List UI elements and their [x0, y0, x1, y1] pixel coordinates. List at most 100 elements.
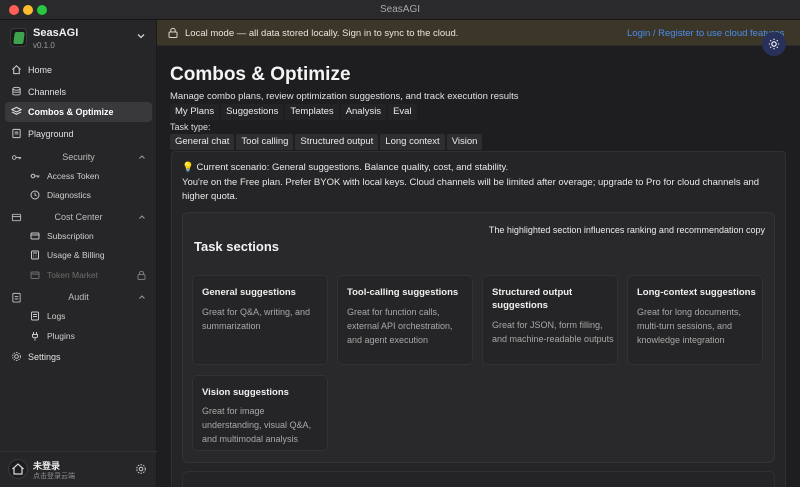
sidebar: SeasAGI v0.1.0 Home Channels Combos & Op…	[0, 20, 157, 487]
home-avatar-icon	[12, 463, 24, 475]
chevron-up-icon	[139, 295, 145, 299]
workspace-switcher[interactable]: SeasAGI v0.1.0	[9, 26, 149, 50]
section-card-vision[interactable]: Vision suggestions Great for image under…	[192, 375, 328, 451]
page-subtitle: Manage combo plans, review optimization …	[170, 91, 519, 102]
credit-card-icon	[30, 232, 40, 240]
task-type-general-chat[interactable]: General chat	[170, 134, 235, 150]
main-content: Local mode — all data stored locally. Si…	[157, 20, 800, 487]
sidebar-item-home[interactable]: Home	[5, 60, 152, 80]
layers-icon	[11, 106, 22, 115]
user-login-hint: 点击登录云端	[33, 473, 75, 480]
suggestions-panel: 💡 Current scenario: General suggestions.…	[171, 151, 786, 487]
calculator-icon	[31, 250, 39, 260]
view-tabs: My Plans Suggestions Templates Analysis …	[170, 104, 417, 120]
task-type-vision[interactable]: Vision	[446, 134, 483, 150]
sidebar-group-label: Audit	[68, 292, 89, 302]
sidebar-group-audit[interactable]: Audit	[5, 288, 152, 306]
plan-notice: You're on the Free plan. Prefer BYOK wit…	[182, 177, 760, 202]
sidebar-group-label: Security	[62, 152, 95, 162]
section-card-title: General suggestions	[202, 287, 296, 298]
task-sections: Task sections The highlighted section in…	[182, 212, 775, 463]
tab-templates[interactable]: Templates	[285, 104, 339, 120]
sidebar-item-token-market[interactable]: Token Market	[26, 266, 152, 284]
task-type-label: Task type:	[170, 122, 211, 132]
sidebar-item-usage-billing[interactable]: Usage & Billing	[26, 246, 152, 264]
section-card-tool-calling[interactable]: Tool-calling suggestions Great for funct…	[337, 275, 473, 365]
home-icon	[12, 65, 21, 75]
sidebar-item-settings[interactable]: Settings	[5, 347, 152, 367]
sidebar-item-channels[interactable]: Channels	[5, 82, 152, 102]
section-card-long-context[interactable]: Long-context suggestions Great for long …	[627, 275, 763, 365]
task-type-selector: General chat Tool calling Structured out…	[170, 134, 483, 150]
task-type-structured-output[interactable]: Structured output	[295, 134, 379, 150]
chevron-up-icon	[139, 215, 145, 219]
sidebar-item-label: Combos & Optimize	[28, 107, 114, 117]
chevron-down-icon	[137, 34, 145, 39]
sidebar-item-label: Diagnostics	[47, 190, 91, 200]
theme-toggle-button[interactable]	[762, 32, 786, 56]
banner-text: Local mode — all data stored locally. Si…	[185, 28, 459, 39]
sidebar-group-label: Cost Center	[54, 212, 103, 222]
next-section-card	[182, 471, 775, 487]
tab-analysis[interactable]: Analysis	[340, 104, 387, 120]
brand-name: SeasAGI	[33, 27, 79, 39]
sidebar-item-playground[interactable]: Playground	[5, 124, 152, 144]
plug-icon	[32, 332, 38, 341]
section-card-description: Great for JSON, form filling, and machin…	[492, 320, 614, 344]
store-icon	[30, 271, 40, 279]
sidebar-item-subscription[interactable]: Subscription	[26, 227, 152, 245]
key-icon	[30, 173, 40, 179]
sun-icon	[768, 38, 780, 50]
sidebar-item-label: Home	[28, 65, 53, 75]
sidebar-item-logs[interactable]: Logs	[26, 307, 152, 325]
login-register-link[interactable]: Login / Register to use cloud features	[627, 28, 784, 39]
tab-my-plans[interactable]: My Plans	[170, 104, 220, 120]
section-card-structured-output[interactable]: Structured output suggestions Great for …	[482, 275, 618, 365]
sidebar-item-label: Logs	[47, 311, 66, 321]
section-card-title: Structured output suggestions	[492, 287, 573, 311]
brand-version: v0.1.0	[33, 41, 55, 50]
lock-icon	[137, 271, 146, 280]
sidebar-item-label: Settings	[28, 352, 61, 362]
section-card-title: Long-context suggestions	[637, 287, 756, 298]
sidebar-item-label: Plugins	[47, 331, 75, 341]
task-sections-note: The highlighted section influences ranki…	[488, 225, 765, 235]
sidebar-item-label: Token Market	[47, 270, 99, 280]
sidebar-item-access-token[interactable]: Access Token	[26, 167, 152, 185]
section-card-description: Great for image understanding, visual Q&…	[202, 406, 312, 444]
chevron-up-icon	[139, 155, 145, 159]
sidebar-item-label: Channels	[28, 87, 67, 97]
sidebar-item-diagnostics[interactable]: Diagnostics	[26, 186, 152, 204]
sidebar-item-combos-optimize[interactable]: Combos & Optimize	[5, 102, 152, 122]
sidebar-group-security[interactable]: Security	[5, 148, 152, 166]
section-card-title: Vision suggestions	[202, 387, 289, 398]
sidebar-item-label: Playground	[28, 129, 74, 139]
section-card-description: Great for Q&A, writing, and summarizatio…	[202, 307, 311, 331]
tab-eval[interactable]: Eval	[388, 104, 417, 120]
sidebar-group-cost-center[interactable]: Cost Center	[5, 208, 152, 226]
database-icon	[12, 86, 21, 96]
section-card-title: Tool-calling suggestions	[347, 287, 459, 298]
gear-icon	[12, 352, 21, 361]
gear-icon[interactable]	[135, 463, 147, 475]
task-type-long-context[interactable]: Long context	[380, 134, 445, 150]
window-titlebar: SeasAGI	[0, 0, 800, 20]
tab-suggestions[interactable]: Suggestions	[221, 104, 284, 120]
task-sections-title: Task sections	[194, 239, 280, 254]
section-card-description: Great for function calls, external API o…	[347, 307, 453, 345]
section-card-description: Great for long documents, multi-turn ses…	[637, 307, 742, 345]
sidebar-item-plugins[interactable]: Plugins	[26, 327, 152, 345]
current-scenario-text: 💡 Current scenario: General suggestions.…	[182, 162, 509, 173]
sidebar-item-label: Subscription	[47, 231, 94, 241]
user-account[interactable]: 未登录 点击登录云端	[0, 451, 157, 487]
page-title: Combos & Optimize	[170, 64, 351, 85]
task-type-tool-calling[interactable]: Tool calling	[236, 134, 294, 150]
app-logo-icon	[10, 28, 27, 47]
clock-icon	[30, 190, 40, 200]
sidebar-item-label: Usage & Billing	[47, 250, 105, 260]
avatar	[8, 459, 28, 479]
sidebar-item-label: Access Token	[47, 171, 100, 181]
local-mode-banner: Local mode — all data stored locally. Si…	[157, 20, 800, 46]
section-card-general[interactable]: General suggestions Great for Q&A, writi…	[192, 275, 328, 365]
file-text-icon	[31, 311, 39, 321]
